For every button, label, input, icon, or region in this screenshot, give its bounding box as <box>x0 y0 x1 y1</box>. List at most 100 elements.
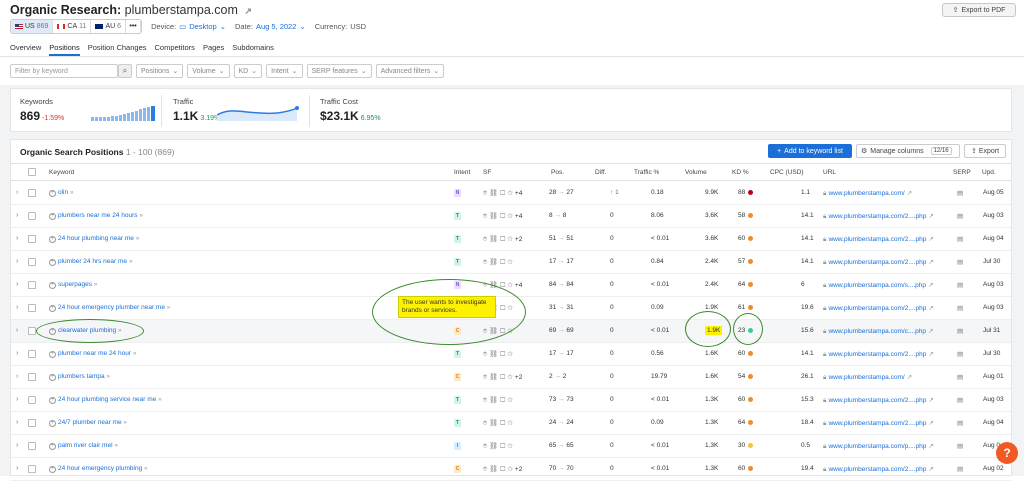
keyword-link[interactable]: 24 hour plumbing service near me <box>58 396 156 403</box>
intent-badge[interactable]: T <box>454 212 461 220</box>
row-checkbox[interactable] <box>28 258 36 266</box>
keyword-link[interactable]: 24 hour emergency plumbing <box>58 465 142 472</box>
col-pos[interactable]: Pos. <box>551 169 564 176</box>
row-checkbox[interactable] <box>28 442 36 450</box>
chevron-right-icon[interactable]: » <box>144 465 148 472</box>
url-link[interactable]: www.plumberstampa.com/2....php <box>828 305 926 312</box>
add-keyword-icon[interactable]: + <box>49 259 56 266</box>
keyword-link[interactable]: olin <box>58 189 68 196</box>
url-link[interactable]: www.plumberstampa.com/p....php <box>828 443 926 450</box>
row-checkbox[interactable] <box>28 419 36 427</box>
url-link[interactable]: www.plumberstampa.com/2....php <box>828 236 926 243</box>
tab-overview[interactable]: Overview <box>10 43 41 56</box>
chevron-right-icon[interactable]: » <box>129 258 133 265</box>
keyword-link[interactable]: 24 hour plumbing near me <box>58 235 134 242</box>
tab-position-changes[interactable]: Position Changes <box>88 43 147 56</box>
keywords-metric[interactable]: Keywords 869 -1.59% <box>20 97 64 123</box>
intent-badge[interactable]: T <box>454 258 461 266</box>
db-tab-au[interactable]: AU 6 <box>91 20 127 33</box>
chevron-right-icon[interactable]: » <box>158 396 162 403</box>
serp-icon[interactable]: ▤ <box>957 442 963 450</box>
col-cpc[interactable]: CPC (USD) <box>770 169 804 176</box>
keyword-filter-input[interactable]: Filter by keyword <box>10 64 118 78</box>
row-checkbox[interactable] <box>28 465 36 473</box>
serp-icon[interactable]: ▤ <box>957 396 963 404</box>
expand-row-icon[interactable]: › <box>16 189 18 196</box>
table-row[interactable]: › + palm river clair mel » I ⌾ ⛓ ▢ ☆ 65 →… <box>11 435 1011 458</box>
db-tab-us[interactable]: US 869 <box>11 20 54 33</box>
url-link[interactable]: www.plumberstampa.com/2....php <box>828 259 926 266</box>
serp-icon[interactable]: ▤ <box>957 419 963 427</box>
tab-positions[interactable]: Positions <box>49 43 80 56</box>
external-link-icon[interactable]: ↗ <box>907 190 912 197</box>
sf-count[interactable]: +2 <box>515 466 522 473</box>
col-updated[interactable]: Upd. <box>982 169 996 176</box>
table-row[interactable]: › + plumber near me 24 hour » T ⌾ ⛓ ▢ ☆ 1… <box>11 343 1011 366</box>
table-row[interactable]: › + plumbers near me 24 hours » T ⌾ ⛓ ▢ ☆… <box>11 205 1011 228</box>
select-all-checkbox[interactable] <box>28 168 36 176</box>
sf-count[interactable]: +2 <box>515 374 522 381</box>
col-sf[interactable]: SF <box>483 169 491 176</box>
expand-row-icon[interactable]: › <box>16 304 18 311</box>
external-link-icon[interactable]: ↗ <box>928 213 933 220</box>
add-keyword-icon[interactable]: + <box>49 374 56 381</box>
date-selector[interactable]: Date: Aug 5, 2022 ⌄ <box>235 22 306 31</box>
external-link-icon[interactable]: ↗ <box>928 443 933 450</box>
filter-kd[interactable]: KD ⌄ <box>233 64 263 78</box>
filter-serp-features[interactable]: SERP features ⌄ <box>306 64 372 78</box>
serp-icon[interactable]: ▤ <box>957 258 963 266</box>
col-intent[interactable]: Intent <box>454 169 470 176</box>
col-diff[interactable]: Diff. <box>595 169 606 176</box>
add-keyword-icon[interactable]: + <box>49 420 56 427</box>
chevron-right-icon[interactable]: » <box>133 350 137 357</box>
chevron-right-icon[interactable]: » <box>70 189 74 196</box>
external-link-icon[interactable]: ↗ <box>928 259 933 266</box>
expand-row-icon[interactable]: › <box>16 396 18 403</box>
filter-positions[interactable]: Positions ⌄ <box>136 64 184 78</box>
serp-icon[interactable]: ▤ <box>957 281 963 289</box>
filter-volume[interactable]: Volume ⌄ <box>187 64 230 78</box>
row-checkbox[interactable] <box>28 373 36 381</box>
add-to-keyword-list-button[interactable]: + Add to keyword list <box>768 144 852 158</box>
table-row[interactable]: › + plumber 24 hrs near me » T ⌾ ⛓ ▢ ☆ 17… <box>11 251 1011 274</box>
device-selector[interactable]: Device: ▭ Desktop ⌄ <box>151 22 226 31</box>
title-domain[interactable]: plumberstampa.com <box>125 3 238 17</box>
col-url[interactable]: URL <box>823 169 836 176</box>
serp-icon[interactable]: ▤ <box>957 327 963 335</box>
add-keyword-icon[interactable]: + <box>49 351 56 358</box>
serp-icon[interactable]: ▤ <box>957 189 963 197</box>
external-link-icon[interactable]: ↗ <box>928 305 933 312</box>
url-link[interactable]: www.plumberstampa.com/c....php <box>828 328 926 335</box>
keyword-link[interactable]: palm river clair mel <box>58 442 113 449</box>
expand-row-icon[interactable]: › <box>16 373 18 380</box>
table-row[interactable]: › +24 hour plumbing service near me » T … <box>11 389 1011 412</box>
table-row[interactable]: › +24 hour emergency plumbing » C ⌾ ⛓ ▢ … <box>11 458 1011 481</box>
expand-row-icon[interactable]: › <box>16 258 18 265</box>
intent-badge[interactable]: C <box>454 465 461 473</box>
external-link-icon[interactable]: ↗ <box>907 374 912 381</box>
row-checkbox[interactable] <box>28 304 36 312</box>
intent-badge[interactable]: T <box>454 419 461 427</box>
db-tab-ca[interactable]: CA 11 <box>53 20 92 33</box>
export-button[interactable]: ⇪ Export <box>964 144 1006 158</box>
url-link[interactable]: www.plumberstampa.com/s....php <box>828 282 926 289</box>
col-serp[interactable]: SERP <box>953 169 971 176</box>
tab-pages[interactable]: Pages <box>203 43 224 56</box>
serp-icon[interactable]: ▤ <box>957 373 963 381</box>
filter-advanced[interactable]: Advanced filters ⌄ <box>375 64 445 78</box>
serp-icon[interactable]: ▤ <box>957 212 963 220</box>
col-kd[interactable]: KD % <box>732 169 749 176</box>
sf-count[interactable]: +4 <box>515 190 522 197</box>
keyword-link[interactable]: plumber near me 24 hour <box>58 350 131 357</box>
external-link-icon[interactable]: ↗ <box>244 6 252 16</box>
row-checkbox[interactable] <box>28 281 36 289</box>
chevron-right-icon[interactable]: » <box>136 235 140 242</box>
external-link-icon[interactable]: ↗ <box>928 282 933 289</box>
expand-row-icon[interactable]: › <box>16 465 18 472</box>
url-link[interactable]: www.plumberstampa.com/ <box>828 374 904 381</box>
sf-count[interactable]: +2 <box>515 236 522 243</box>
row-checkbox[interactable] <box>28 235 36 243</box>
table-row[interactable]: › +24/7 plumber near me » T ⌾ ⛓ ▢ ☆ 24 →… <box>11 412 1011 435</box>
chevron-right-icon[interactable]: » <box>94 281 98 288</box>
external-link-icon[interactable]: ↗ <box>928 420 933 427</box>
